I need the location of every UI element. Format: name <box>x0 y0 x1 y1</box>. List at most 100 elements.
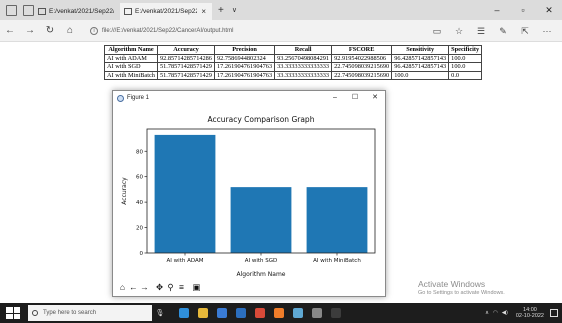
chart-title: Accuracy Comparison Graph <box>208 115 315 124</box>
table-cell: 100.0 <box>448 62 483 72</box>
table-cell: 22.745098039215690 <box>331 70 393 80</box>
browser-tab-1[interactable]: E:/venkat/2021/Sep22/Canc <box>34 3 120 20</box>
network-icon[interactable]: ◠ <box>493 310 498 316</box>
taskbar-search-box[interactable]: Type here to search <box>28 305 152 321</box>
notes-icon[interactable]: ✎ <box>492 26 514 37</box>
forward-icon[interactable]: → <box>20 25 40 36</box>
tray-overflow-icon[interactable]: ∧ <box>485 310 489 316</box>
header-algorithm: Algorithm Name <box>104 45 158 55</box>
firefox-taskbar-icon[interactable] <box>271 305 287 321</box>
home-icon[interactable]: ⌂ <box>60 25 80 36</box>
minimize-button[interactable]: – <box>484 0 510 20</box>
browser-tab-2[interactable]: E:/venkat/2021/Sep22/Ca × <box>120 3 212 20</box>
back-icon[interactable]: ← <box>0 25 20 36</box>
favorite-star-icon[interactable]: ☆ <box>448 26 470 37</box>
watermark-subtitle: Go to Settings to activate Windows. <box>418 290 505 296</box>
address-bar: ← → ↻ ⌂ i file:///E:/venkat/2021/Sep22/C… <box>0 20 562 42</box>
tab-title: E:/venkat/2021/Sep22/Canc <box>49 8 114 15</box>
table-cell: AI with SGD <box>104 62 158 72</box>
volume-icon[interactable]: ◀) <box>502 310 508 316</box>
bar-ai-with-sgd <box>230 187 292 253</box>
clock-date: 02-10-2022 <box>515 313 544 319</box>
header-fscore: FSCORE <box>331 45 393 55</box>
x-axis-label: Algorithm Name <box>237 271 286 278</box>
figure-maximize-button[interactable]: ☐ <box>345 91 365 105</box>
chart-marks: AI with ADAM AI with SGD AI with MiniBatch… <box>136 134 368 264</box>
url-field[interactable]: i file:///E:/venkat/2021/Sep22/CancerAI/… <box>90 26 480 35</box>
configure-subplots-icon[interactable]: ≡ <box>176 280 187 294</box>
tab-history-icon[interactable] <box>23 4 34 16</box>
url-text: file:///E:/venkat/2021/Sep22/CancerAI/ou… <box>102 27 234 34</box>
figure-window-controls: – ☐ ✕ <box>325 91 385 105</box>
y-axis-label: Accuracy <box>121 177 128 205</box>
close-tab-icon[interactable]: × <box>201 7 206 16</box>
browser-toolbar: ▭ ☆ ☰ ✎ ⇱ ··· <box>426 20 558 42</box>
figure-minimize-button[interactable]: – <box>325 91 345 105</box>
notifications-icon[interactable] <box>550 309 558 317</box>
back-arrow-icon[interactable]: ← <box>128 280 139 294</box>
header-accuracy: Accuracy <box>157 45 215 55</box>
window-controls: – ▫ ✕ <box>484 0 562 20</box>
pinned-apps <box>173 305 344 321</box>
table-cell: 96.42857142857143 <box>391 62 450 72</box>
forward-arrow-icon[interactable]: → <box>139 280 150 294</box>
close-button[interactable]: ✕ <box>536 0 562 20</box>
microphone-icon[interactable]: 🎙 <box>155 309 165 317</box>
page-icon <box>38 8 46 15</box>
table-cell: 51.78571428571429 <box>157 70 215 80</box>
chevron-down-icon[interactable]: ∨ <box>232 6 237 14</box>
tab-title: E:/venkat/2021/Sep22/Ca <box>135 8 198 15</box>
table-cell: 17.261904761904763 <box>213 62 276 72</box>
table-cell: AI with MiniBatch <box>104 70 158 80</box>
favorites-icon[interactable]: ☰ <box>470 26 492 37</box>
bar-ai-with-adam <box>154 134 216 253</box>
table-cell: 92.91954022988506 <box>331 53 393 63</box>
mail-taskbar-icon[interactable] <box>233 305 249 321</box>
chrome-taskbar-icon[interactable] <box>252 305 268 321</box>
table-row: AI with SGD 51.78571428571429 17.2619047… <box>104 62 483 72</box>
refresh-icon[interactable]: ↻ <box>40 25 60 36</box>
table-cell: 92.85714285714286 <box>157 53 215 63</box>
y-tick-label: 80 <box>136 149 143 155</box>
terminal-taskbar-icon[interactable] <box>328 305 344 321</box>
page-icon <box>124 8 132 15</box>
x-tick-label: AI with MiniBatch <box>313 258 361 264</box>
table-cell: 92.7586944802324 <box>213 53 276 63</box>
maximize-button[interactable]: ▫ <box>510 0 536 20</box>
accuracy-chart: Accuracy Comparison Graph AI with ADAM AI… <box>121 115 376 278</box>
table-cell: 0.0 <box>448 70 483 80</box>
tab-actions-icon[interactable] <box>6 4 17 16</box>
activation-watermark: Activate Windows Go to Settings to activ… <box>418 279 505 296</box>
file-explorer-taskbar-icon[interactable] <box>195 305 211 321</box>
edge-taskbar-icon[interactable] <box>176 305 192 321</box>
store-taskbar-icon[interactable] <box>214 305 230 321</box>
figure-toolbar: ⌂ ← → ✥ ⚲ ≡ ▣ <box>117 280 202 294</box>
zoom-icon[interactable]: ⚲ <box>165 280 176 294</box>
search-placeholder: Type here to search <box>43 310 97 316</box>
table-cell: 33.33333333333333 <box>274 62 333 72</box>
table-row: AI with ADAM 92.85714285714286 92.758694… <box>104 53 483 63</box>
header-specificity: Specificity <box>448 45 483 55</box>
new-tab-button[interactable]: + <box>218 5 224 16</box>
reading-view-icon[interactable]: ▭ <box>426 26 448 37</box>
info-icon[interactable]: i <box>90 26 98 35</box>
y-tick-label: 60 <box>136 175 143 181</box>
settings-taskbar-icon[interactable] <box>309 305 325 321</box>
table-cell: 22.745098039215690 <box>331 62 393 72</box>
windows-start-icon[interactable] <box>6 307 20 319</box>
x-tick-label: AI with ADAM <box>167 258 204 264</box>
share-icon[interactable]: ⇱ <box>514 26 536 37</box>
home-icon[interactable]: ⌂ <box>117 280 128 294</box>
table-cell: 93.25670498084291 <box>274 53 333 63</box>
pan-icon[interactable]: ✥ <box>154 280 165 294</box>
table-cell: 100.0 <box>391 70 450 80</box>
more-icon[interactable]: ··· <box>536 26 558 36</box>
table-cell: 96.42857142857143 <box>391 53 450 63</box>
save-icon[interactable]: ▣ <box>191 280 202 294</box>
figure-title-bar[interactable]: Figure 1 – ☐ ✕ <box>113 91 385 105</box>
table-cell: 51.78571428571429 <box>157 62 215 72</box>
notepad-taskbar-icon[interactable] <box>290 305 306 321</box>
clock[interactable]: 14:00 02-10-2022 <box>516 307 544 320</box>
figure-close-button[interactable]: ✕ <box>365 91 385 105</box>
table-row: AI with MiniBatch 51.78571428571429 17.2… <box>104 70 483 80</box>
